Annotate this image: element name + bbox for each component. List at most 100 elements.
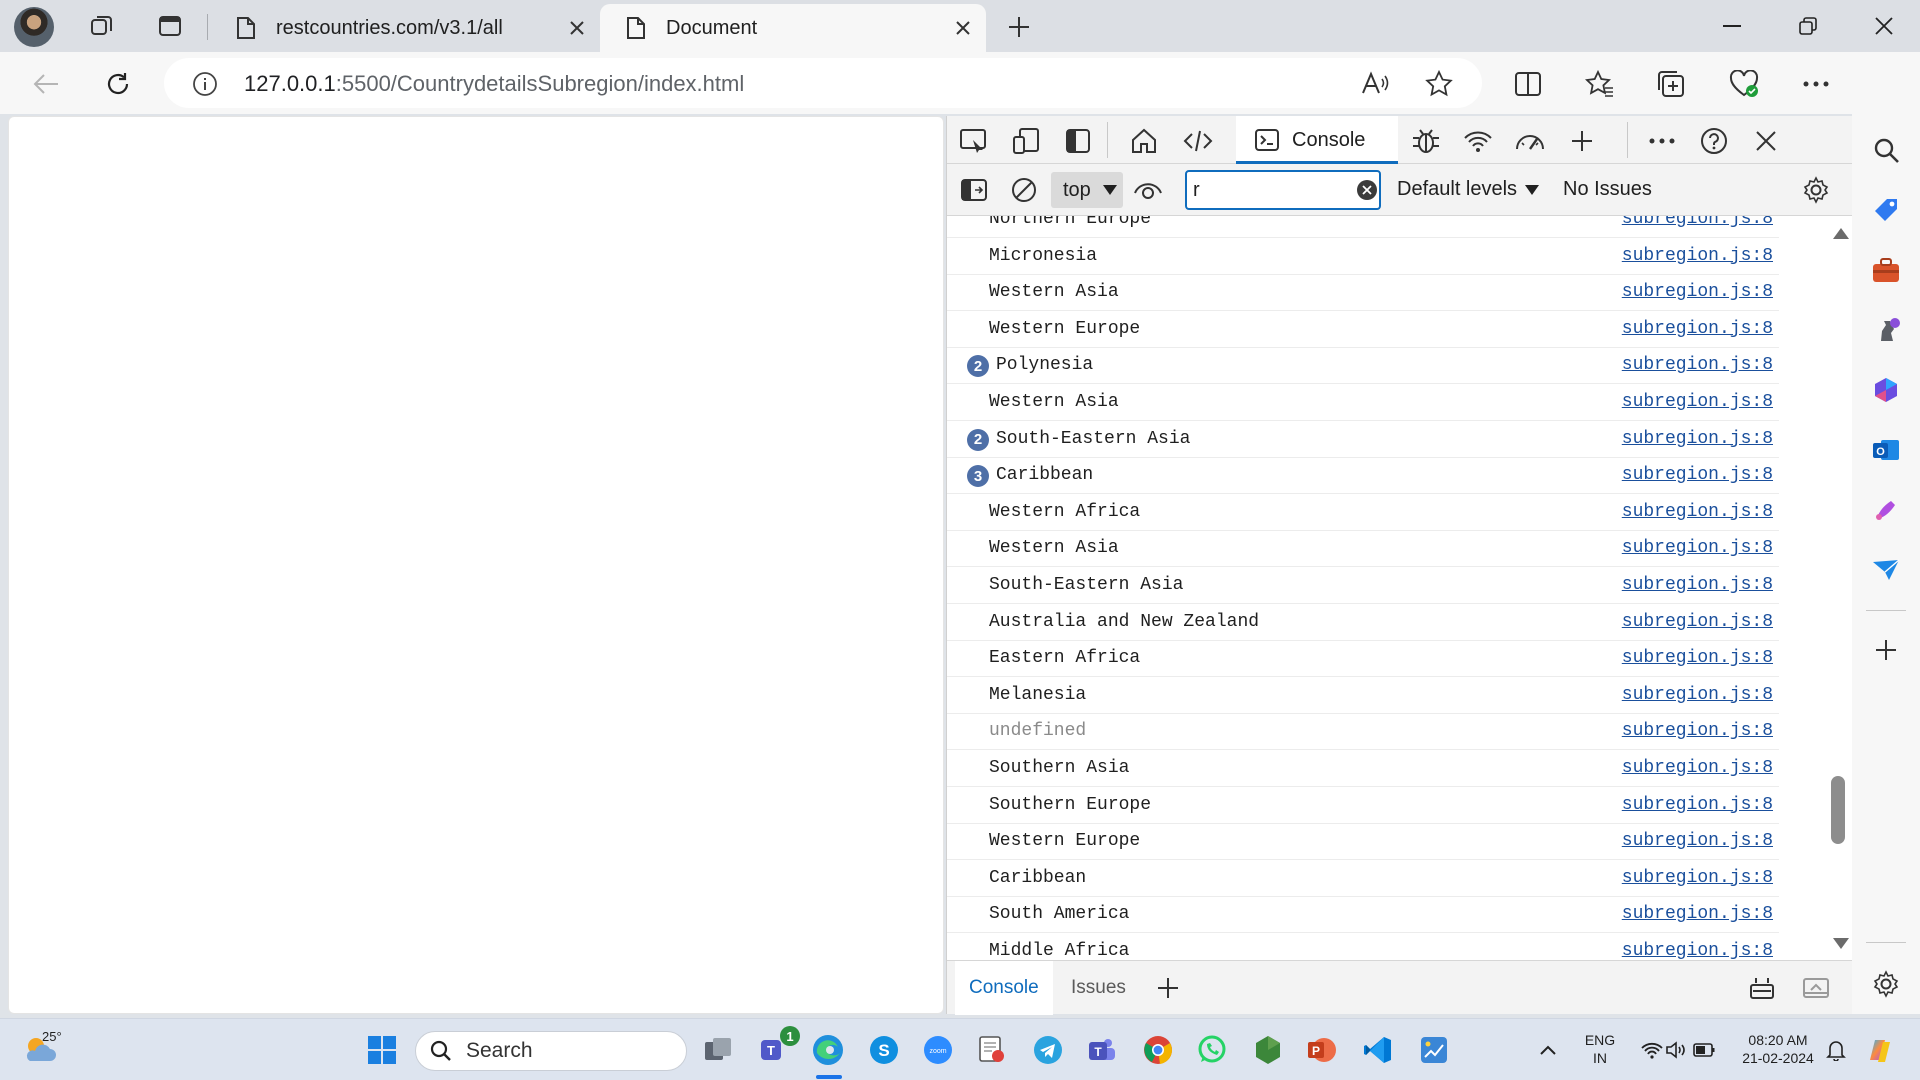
- log-message[interactable]: Melanesia: [989, 685, 1086, 705]
- battery-icon[interactable]: [1692, 1032, 1716, 1068]
- drop-send-icon[interactable]: [1868, 552, 1904, 588]
- log-message[interactable]: South-Eastern Asia: [989, 575, 1183, 595]
- snipping-tool-icon[interactable]: [974, 1032, 1010, 1068]
- profile-avatar[interactable]: [14, 7, 54, 47]
- powerpoint-icon[interactable]: P: [1304, 1032, 1340, 1068]
- source-link[interactable]: subregion.js:8: [1622, 246, 1773, 266]
- paint-app-icon[interactable]: [1416, 1032, 1452, 1068]
- taskbar-search-box[interactable]: Search: [415, 1031, 687, 1071]
- log-message[interactable]: Western Europe: [989, 831, 1140, 851]
- edge-browser-icon[interactable]: [810, 1032, 846, 1068]
- copilot-taskbar-icon[interactable]: [1862, 1032, 1898, 1068]
- restore-button[interactable]: [1790, 10, 1826, 42]
- sidebar-settings-gear-icon[interactable]: [1868, 966, 1904, 1002]
- source-link[interactable]: subregion.js:8: [1622, 941, 1773, 960]
- show-hidden-icons-chevron-up-icon[interactable]: [1534, 1032, 1562, 1068]
- log-message[interactable]: South America: [989, 904, 1129, 924]
- scrollbar-thumb[interactable]: [1831, 776, 1845, 844]
- log-message[interactable]: South-Eastern Asia: [996, 429, 1190, 449]
- source-link[interactable]: subregion.js:8: [1622, 831, 1773, 851]
- console-settings-gear-icon[interactable]: [1799, 173, 1833, 207]
- source-link[interactable]: subregion.js:8: [1622, 465, 1773, 485]
- close-tab-icon[interactable]: [948, 13, 978, 43]
- url-text[interactable]: 127.0.0.1:5500/CountrydetailsSubregion/i…: [244, 71, 744, 97]
- more-options-icon[interactable]: [1798, 66, 1834, 102]
- tab-console[interactable]: Console: [1236, 116, 1398, 164]
- log-message[interactable]: Western Asia: [989, 282, 1119, 302]
- notification-bell-icon[interactable]: [1824, 1032, 1848, 1068]
- more-tools-plus-icon[interactable]: [1565, 124, 1599, 158]
- log-message[interactable]: Micronesia: [989, 246, 1097, 266]
- vscode-icon[interactable]: [1360, 1032, 1396, 1068]
- add-sidebar-app-icon[interactable]: [1868, 632, 1904, 668]
- log-message[interactable]: Western Africa: [989, 502, 1140, 522]
- split-screen-icon[interactable]: [1510, 66, 1546, 102]
- log-message[interactable]: Middle Africa: [989, 941, 1129, 960]
- read-aloud-icon[interactable]: [1360, 69, 1390, 99]
- site-info-icon[interactable]: [192, 71, 218, 97]
- volume-icon[interactable]: [1664, 1032, 1688, 1068]
- designer-icon[interactable]: [1868, 492, 1904, 528]
- tools-briefcase-icon[interactable]: [1868, 252, 1904, 288]
- workspaces-icon[interactable]: [88, 12, 116, 40]
- clear-console-icon[interactable]: [1007, 173, 1041, 207]
- log-message[interactable]: Northern Europe: [989, 216, 1151, 229]
- log-message[interactable]: Eastern Africa: [989, 648, 1140, 668]
- chrome-icon[interactable]: [1140, 1032, 1176, 1068]
- log-message[interactable]: Western Asia: [989, 538, 1119, 558]
- elements-code-icon[interactable]: [1181, 124, 1215, 158]
- console-output[interactable]: Northern Europe subregion.js:8 Micronesia s…: [947, 216, 1853, 960]
- close-tab-icon[interactable]: [562, 13, 592, 43]
- weather-widget[interactable]: 25°: [22, 1029, 62, 1070]
- outlook-icon[interactable]: O: [1868, 432, 1904, 468]
- vertical-tabs-icon[interactable]: [156, 12, 184, 40]
- source-link[interactable]: subregion.js:8: [1622, 355, 1773, 375]
- source-link[interactable]: subregion.js:8: [1622, 575, 1773, 595]
- clock[interactable]: 08:20 AM 21-02-2024: [1732, 1031, 1824, 1067]
- source-link[interactable]: subregion.js:8: [1622, 429, 1773, 449]
- collections-icon[interactable]: [1654, 66, 1690, 102]
- live-expression-eye-icon[interactable]: [1131, 173, 1165, 207]
- log-message[interactable]: Australia and New Zealand: [989, 612, 1259, 632]
- source-link[interactable]: subregion.js:8: [1622, 795, 1773, 815]
- microsoft-365-icon[interactable]: [1868, 372, 1904, 408]
- help-icon[interactable]: [1697, 124, 1731, 158]
- collapse-drawer-icon[interactable]: [1799, 971, 1833, 1005]
- context-selector[interactable]: top: [1051, 172, 1123, 208]
- source-link[interactable]: subregion.js:8: [1622, 904, 1773, 924]
- inspect-element-icon[interactable]: [957, 124, 991, 158]
- log-message[interactable]: Caribbean: [989, 868, 1086, 888]
- log-message[interactable]: Caribbean: [996, 465, 1093, 485]
- network-wifi-icon[interactable]: [1461, 124, 1495, 158]
- tab-restcountries[interactable]: restcountries.com/v3.1/all: [210, 4, 600, 52]
- teams-chat-icon[interactable]: T 1: [756, 1026, 800, 1068]
- input-language-indicator[interactable]: ENG IN: [1580, 1031, 1620, 1067]
- customize-more-icon[interactable]: [1645, 124, 1679, 158]
- refresh-button[interactable]: [100, 66, 136, 102]
- source-link[interactable]: subregion.js:8: [1622, 868, 1773, 888]
- drawer-tab-console[interactable]: Console: [955, 961, 1053, 1015]
- windows-start-icon[interactable]: [364, 1032, 400, 1068]
- source-link[interactable]: subregion.js:8: [1622, 282, 1773, 302]
- drawer-tab-issues[interactable]: Issues: [1071, 961, 1126, 1015]
- log-message[interactable]: Southern Asia: [989, 758, 1129, 778]
- welcome-home-icon[interactable]: [1127, 124, 1161, 158]
- log-levels-dropdown[interactable]: Default levels: [1397, 178, 1540, 201]
- minimize-button[interactable]: [1714, 10, 1750, 42]
- source-link[interactable]: subregion.js:8: [1622, 216, 1773, 229]
- log-message[interactable]: Southern Europe: [989, 795, 1151, 815]
- source-link[interactable]: subregion.js:8: [1622, 648, 1773, 668]
- source-link[interactable]: subregion.js:8: [1622, 502, 1773, 522]
- wifi-icon[interactable]: [1640, 1032, 1664, 1068]
- scroll-down-arrow-icon[interactable]: [1833, 938, 1849, 949]
- search-icon[interactable]: [1868, 132, 1904, 168]
- show-sidebar-icon[interactable]: [957, 173, 991, 207]
- log-message[interactable]: Polynesia: [996, 355, 1093, 375]
- performance-gauge-icon[interactable]: [1513, 124, 1547, 158]
- source-link[interactable]: subregion.js:8: [1622, 538, 1773, 558]
- tab-document[interactable]: Document: [600, 4, 986, 52]
- console-filter-input[interactable]: r: [1185, 170, 1381, 210]
- task-view-icon[interactable]: [700, 1032, 736, 1068]
- source-link[interactable]: subregion.js:8: [1622, 758, 1773, 778]
- scroll-up-arrow-icon[interactable]: [1833, 228, 1849, 239]
